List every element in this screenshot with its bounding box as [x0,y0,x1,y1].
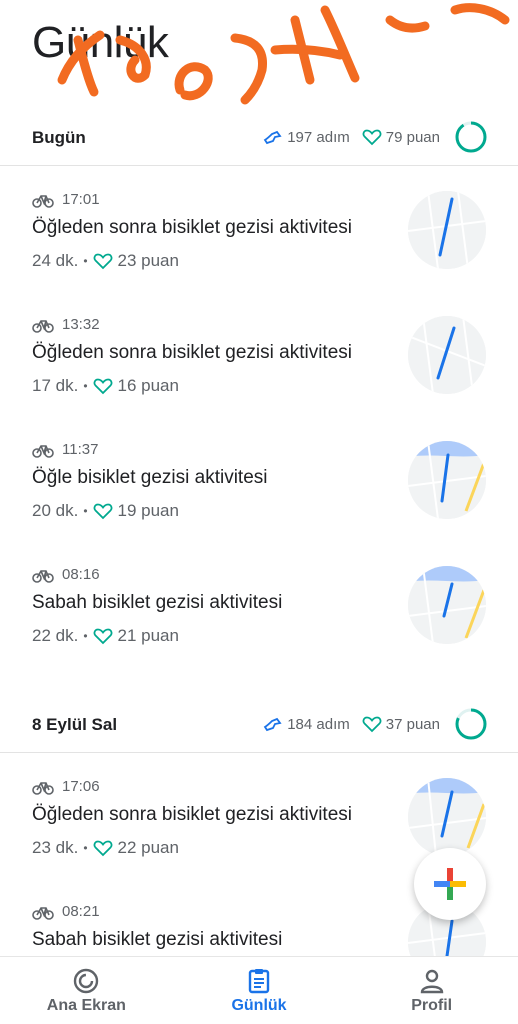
steps-stat: 197 adım [263,128,350,146]
activity-meta: 17 dk. • 16 puan [32,376,179,396]
activity-meta: 22 dk. • 21 puan [32,626,179,646]
map-thumbnail[interactable] [408,566,486,644]
activity-title: Sabah bisiklet gezisi aktivitesi [32,929,283,950]
add-icon [434,868,466,900]
separator-dot: • [83,504,88,518]
goal-ring-icon [455,121,487,153]
activity-time-row: 08:21 [32,903,100,920]
bike-icon [32,569,54,583]
nav-profile[interactable]: Profil [345,957,518,1024]
activity-time-row: 17:01 [32,191,100,208]
profile-icon [420,969,443,993]
activity-points: 23 puan [117,251,179,270]
steps-count: 197 adım [287,128,350,146]
separator-dot: • [83,379,88,393]
activity-meta: 24 dk. • 23 puan [32,251,179,271]
day-stats: 184 adım 37 puan [263,707,488,741]
map-thumbnail[interactable] [408,778,486,856]
home-icon [74,968,99,993]
nav-journal-label: Günlük [231,996,287,1014]
heart-points-icon [93,628,112,645]
heart-points-icon [362,716,382,733]
activity-card[interactable]: 13:32 Öğleden sonra bisiklet gezisi akti… [0,292,518,417]
journal-icon [248,968,270,993]
activity-time-row: 08:16 [32,566,100,583]
activity-title: Öğleden sonra bisiklet gezisi aktivitesi [32,342,352,363]
heart-points-icon [93,253,112,270]
nav-journal[interactable]: Günlük [173,957,346,1024]
nav-home-label: Ana Ekran [46,996,126,1014]
activity-time-row: 13:32 [32,316,100,333]
activity-duration: 20 dk. [32,501,79,520]
activity-title: Öğleden sonra bisiklet gezisi aktivitesi [32,217,352,238]
goal-ring-icon [455,708,487,740]
activity-time: 08:16 [62,566,100,583]
heart-points-icon [362,129,382,146]
activity-points: 16 puan [117,376,179,395]
activity-time: 13:32 [62,316,100,333]
bike-icon [32,319,54,333]
activity-card[interactable]: 11:37 Öğle bisiklet gezisi aktivitesi 20… [0,417,518,542]
day-label: Bugün [32,128,86,147]
activity-title: Öğle bisiklet gezisi aktivitesi [32,467,268,488]
bike-icon [32,444,54,458]
activity-duration: 22 dk. [32,626,79,645]
activity-points: 21 puan [117,626,179,645]
activity-time: 11:37 [62,441,99,458]
heart-points-icon [93,378,112,395]
map-thumbnail[interactable] [408,191,486,269]
bike-icon [32,781,54,795]
map-thumbnail[interactable] [408,316,486,394]
map-thumbnail[interactable] [408,441,486,519]
activity-title: Sabah bisiklet gezisi aktivitesi [32,592,283,613]
nav-profile-label: Profil [411,996,453,1014]
activity-time: 17:01 [62,191,100,208]
points-count: 37 puan [385,715,440,733]
activity-time: 08:21 [62,903,100,920]
activity-duration: 24 dk. [32,251,79,270]
bike-icon [32,194,54,208]
day-label: 8 Eylül Sal [32,715,118,734]
activity-points: 19 puan [117,501,179,520]
day-stats: 197 adım 79 puan [263,120,488,154]
heart-points-icon [93,503,112,520]
day-header-today: Bugün 197 adım 79 puan [0,110,518,166]
bottom-navigation: Ana Ekran Günlük Profil [0,956,518,1024]
activity-points: 22 puan [117,838,179,857]
bike-icon [32,906,54,920]
add-activity-button[interactable] [414,848,486,920]
points-count: 79 puan [385,128,440,146]
activity-time-row: 17:06 [32,778,100,795]
heart-points-icon [93,840,112,857]
activity-duration: 23 dk. [32,838,79,857]
page-title: Günlük [32,18,169,67]
activity-time: 17:06 [62,778,100,795]
activity-meta: 23 dk. • 22 puan [32,838,179,858]
activity-duration: 17 dk. [32,376,79,395]
nav-home[interactable]: Ana Ekran [0,957,173,1024]
points-stat: 37 puan [362,715,440,733]
points-stat: 79 puan [362,128,440,146]
activity-title: Öğleden sonra bisiklet gezisi aktivitesi [32,804,352,825]
activity-meta: 20 dk. • 19 puan [32,501,179,521]
steps-icon [263,717,282,732]
activity-card[interactable]: 17:01 Öğleden sonra bisiklet gezisi akti… [0,167,518,292]
steps-count: 184 adım [287,715,350,733]
separator-dot: • [83,841,88,855]
activity-time-row: 11:37 [32,441,98,458]
day-header-8-september: 8 Eylül Sal 184 adım 37 puan [0,697,518,753]
separator-dot: • [83,254,88,268]
activity-card[interactable]: 08:16 Sabah bisiklet gezisi aktivitesi 2… [0,542,518,667]
steps-icon [263,130,282,145]
steps-stat: 184 adım [263,715,350,733]
separator-dot: • [83,629,88,643]
